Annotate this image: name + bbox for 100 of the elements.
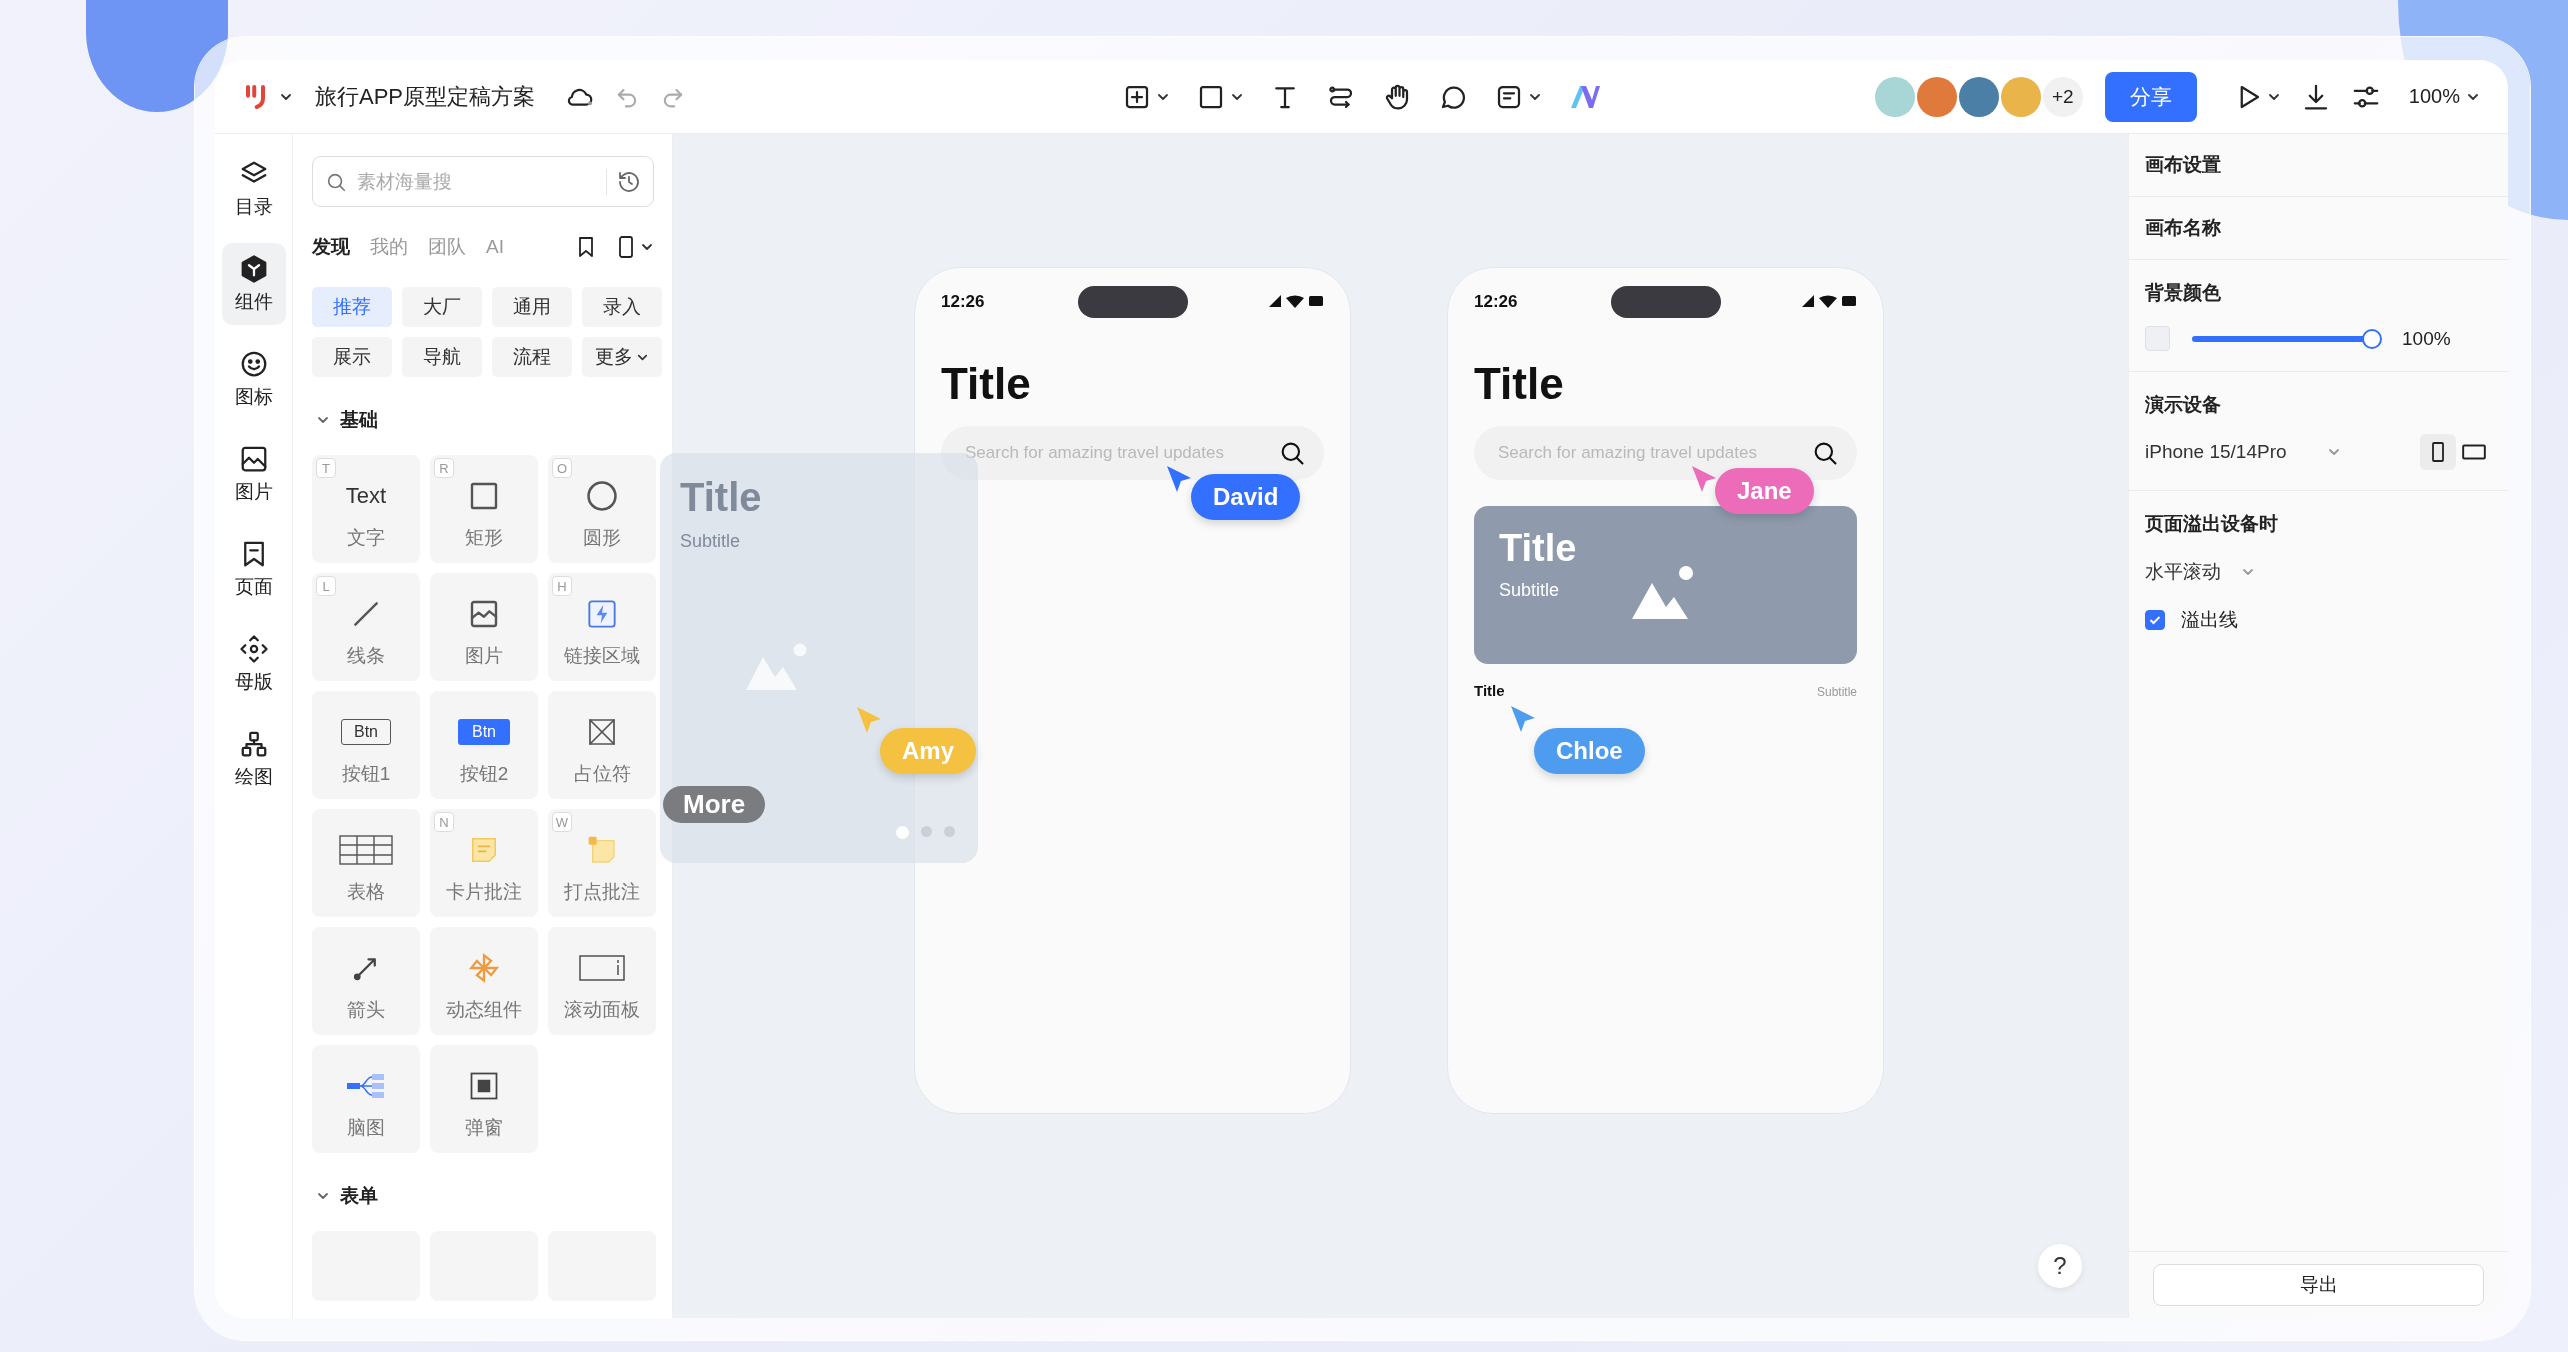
checkbox[interactable]: [2145, 610, 2165, 630]
component-tile[interactable]: H 链接区域: [548, 573, 656, 681]
component-tile[interactable]: N 卡片批注: [430, 809, 538, 917]
dialog-icon: [469, 1071, 499, 1101]
category-chip[interactable]: 录入: [582, 287, 662, 327]
section-title[interactable]: 基础: [340, 407, 378, 433]
shortcut-key: N: [434, 812, 454, 832]
category-chip[interactable]: 通用: [492, 287, 572, 327]
shortcut-key: R: [434, 458, 454, 478]
category-chip[interactable]: 展示: [312, 337, 392, 377]
checkbox-label: 溢出线: [2181, 608, 2238, 632]
note-icon: [586, 834, 618, 866]
slider-value: 100%: [2402, 327, 2451, 350]
avatar[interactable]: [2000, 76, 2041, 117]
pager-dot[interactable]: [921, 826, 932, 837]
sidebar-item[interactable]: 绘图: [221, 718, 286, 800]
field-label: 画布名称: [2145, 216, 2222, 240]
shortcut-key: W: [552, 812, 572, 832]
device-dropdown[interactable]: iPhone 15/14Pro: [2145, 441, 2341, 463]
component-tile[interactable]: 动态组件: [430, 927, 538, 1035]
mind-map-icon: [346, 1071, 386, 1101]
orientation-toggle[interactable]: [2420, 434, 2456, 470]
component-tile[interactable]: Btn 按钮1: [312, 691, 420, 799]
crossed-box-icon: [586, 716, 618, 748]
card-title: Title: [680, 475, 763, 519]
project-title: 旅行APP原型定稿方案: [315, 82, 536, 111]
list-title: Title: [1474, 682, 1505, 700]
shortcut-key: T: [316, 458, 336, 478]
status-icons: [1268, 294, 1324, 308]
collaborator-name-tag: David: [1191, 474, 1301, 520]
category-chip[interactable]: 更多: [582, 337, 662, 377]
avatar[interactable]: [1916, 76, 1957, 117]
collaborator-name-tag: Amy: [880, 728, 977, 774]
list-subtitle: Subtitle: [1816, 685, 1857, 700]
collaborator-count[interactable]: +2: [2042, 76, 2083, 117]
component-tile[interactable]: 弹窗: [430, 1045, 538, 1153]
lightning-box-icon: [586, 598, 618, 630]
shortcut-key: L: [316, 576, 336, 596]
export-button[interactable]: 导出: [2153, 1264, 2484, 1306]
status-icons: [1801, 294, 1857, 308]
category-chip[interactable]: 流程: [492, 337, 572, 377]
status-time: 12:26: [1474, 292, 1519, 312]
component-tile[interactable]: 滚动面板: [548, 927, 656, 1035]
status-time: 12:26: [941, 292, 986, 312]
category-chip[interactable]: 大厂: [402, 287, 482, 327]
component-tile[interactable]: T Text 文字: [312, 455, 420, 563]
history-icon: [617, 169, 641, 194]
text-preview: Text: [345, 483, 387, 509]
component-tile[interactable]: Btn 按钮2: [430, 691, 538, 799]
field-label: 背景颜色: [2145, 281, 2222, 305]
panel-heading: 画布设置: [2145, 153, 2222, 177]
more-label: More: [663, 786, 766, 823]
table-icon: [339, 835, 393, 865]
section-title[interactable]: 表单: [340, 1183, 378, 1209]
field-label: 页面溢出设备时: [2145, 512, 2279, 536]
button-preview: Btn: [341, 719, 391, 745]
screen-title: Title: [941, 360, 1032, 409]
image-icon: [468, 598, 500, 630]
card-title: Title: [1499, 528, 1578, 571]
sidebar-item[interactable]: 组件: [221, 243, 286, 325]
pointer-icon: [1165, 464, 1193, 494]
pointer-icon: [1690, 464, 1718, 494]
shortcut-key: H: [552, 576, 572, 596]
sidebar-item[interactable]: 目录: [221, 148, 286, 230]
pager-dot[interactable]: [944, 826, 955, 837]
shortcut-key: O: [552, 458, 572, 478]
pinwheel-icon: [467, 951, 501, 985]
color-swatch[interactable]: [2145, 326, 2170, 351]
sidebar-item[interactable]: 母版: [221, 623, 286, 705]
category-chip[interactable]: 导航: [402, 337, 482, 377]
component-tile[interactable]: 脑图: [312, 1045, 420, 1153]
circle-icon: [585, 479, 619, 513]
button-preview: Btn: [458, 719, 510, 745]
component-tile[interactable]: 表格: [312, 809, 420, 917]
component-tile[interactable]: R 矩形: [430, 455, 538, 563]
component-tile[interactable]: 占位符: [548, 691, 656, 799]
rectangle-icon: [468, 480, 500, 512]
component-tile[interactable]: 图片: [430, 573, 538, 681]
sidebar-item[interactable]: 图片: [221, 433, 286, 515]
component-tile[interactable]: W 打点批注: [548, 809, 656, 917]
pointer-icon: [1509, 704, 1537, 734]
note-icon: [469, 835, 499, 865]
card-subtitle: Subtitle: [1499, 580, 1561, 602]
category-chip[interactable]: 推荐: [312, 287, 392, 327]
avatar[interactable]: [1958, 76, 1999, 117]
sidebar-item[interactable]: 页面: [221, 528, 286, 610]
scroll-mode-dropdown[interactable]: 水平滚动: [2145, 559, 2255, 585]
zoom-dropdown[interactable]: 100%: [2408, 85, 2480, 108]
share-button[interactable]: 分享: [2104, 71, 2197, 122]
card-subtitle: Subtitle: [680, 531, 742, 552]
component-tile[interactable]: 箭头: [312, 927, 420, 1035]
diamond-nodes-icon: [238, 633, 269, 664]
screen-title: Title: [1474, 360, 1565, 409]
collaborator-name-tag: Chloe: [1534, 728, 1645, 774]
component-tile[interactable]: L 线条: [312, 573, 420, 681]
component-tile[interactable]: O 圆形: [548, 455, 656, 563]
panel-tab[interactable]: 发现: [312, 234, 350, 260]
sidebar-item[interactable]: 图标: [221, 338, 286, 420]
help-button[interactable]: ?: [2038, 1244, 2082, 1288]
pointer-icon: [855, 705, 883, 735]
